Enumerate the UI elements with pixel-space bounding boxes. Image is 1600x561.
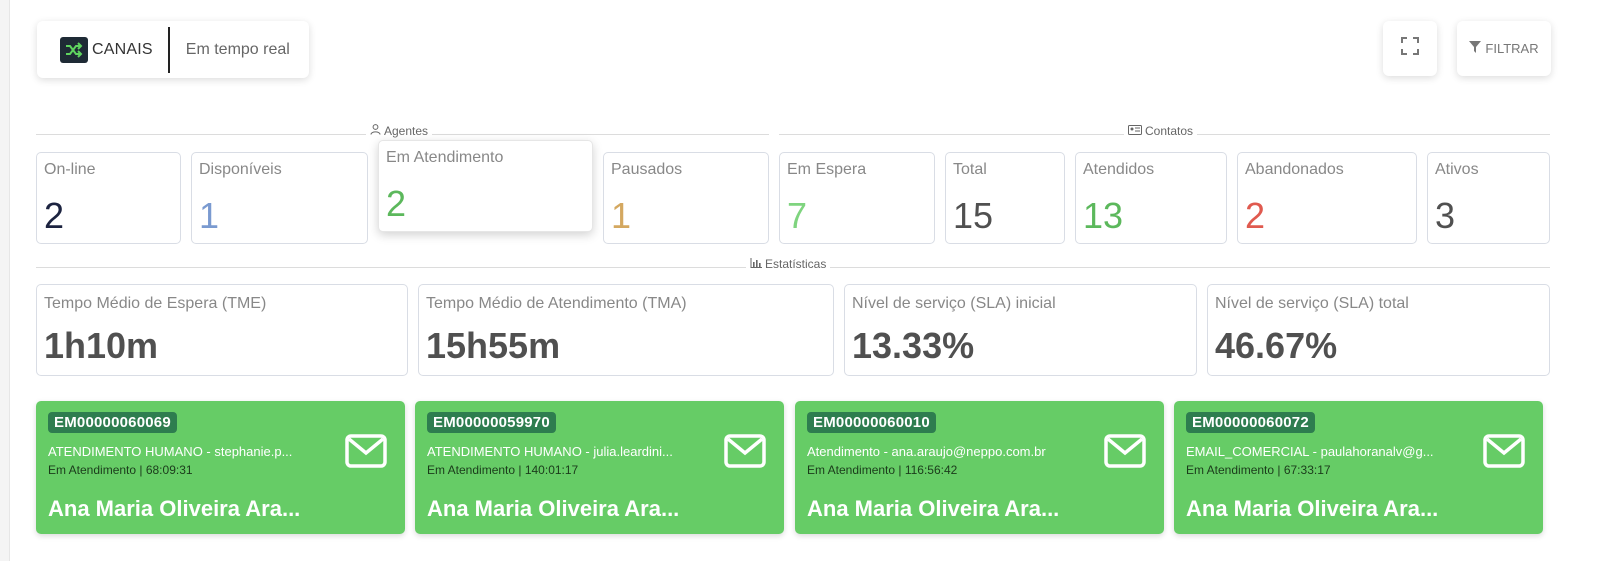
channel-label: CANAIS	[92, 40, 153, 58]
contacts-waiting-card: Em Espera 7	[779, 152, 935, 244]
card-value: 2	[44, 195, 65, 236]
stat-sla-initial-card: Nível de serviço (SLA) inicial 13.33%	[844, 284, 1197, 376]
ticket-id: EM00000060069	[48, 412, 177, 433]
card-label: Em Atendimento	[386, 149, 504, 166]
ticket-contact-name: Ana Maria Oliveira Ara...	[48, 496, 301, 521]
stat-tma-card: Tempo Médio de Atendimento (TMA) 15h55m	[418, 284, 834, 376]
card-label: Ativos	[1435, 161, 1479, 178]
agents-available-card: Disponíveis 1	[191, 152, 368, 244]
envelope-icon	[724, 434, 766, 473]
contacts-section-title: Contatos	[1124, 124, 1198, 138]
user-icon	[370, 124, 381, 138]
card-label: Total	[953, 161, 987, 178]
fullscreen-button[interactable]	[1383, 21, 1437, 76]
left-border	[0, 0, 10, 561]
ticket-card[interactable]: EM00000060010 Atendimento - ana.araujo@n…	[795, 401, 1164, 534]
filter-label: FILTRAR	[1485, 41, 1539, 56]
mode-label: Em tempo real	[185, 40, 290, 58]
ticket-info: ATENDIMENTO HUMANO - stephanie.p...	[48, 444, 293, 459]
contacts-active-card: Ativos 3	[1427, 152, 1550, 244]
ticket-info: EMAIL_COMERCIAL - paulahoranalv@g...	[1186, 444, 1434, 459]
card-label: Atendidos	[1083, 161, 1155, 178]
agents-paused-card: Pausados 1	[603, 152, 769, 244]
filter-icon	[1469, 41, 1482, 56]
ticket-status: Em Atendimento | 67:33:17	[1186, 463, 1331, 477]
ticket-info: Atendimento - ana.araujo@neppo.com.br	[807, 444, 1046, 459]
card-label: Pausados	[611, 161, 683, 178]
ticket-status: Em Atendimento | 68:09:31	[48, 463, 193, 477]
stat-value: 1h10m	[44, 325, 159, 366]
ticket-info: ATENDIMENTO HUMANO - julia.leardini...	[427, 444, 673, 459]
card-label: Disponíveis	[199, 161, 282, 178]
ticket-card[interactable]: EM00000059970 ATENDIMENTO HUMANO - julia…	[415, 401, 784, 534]
ticket-id: EM00000059970	[427, 412, 556, 433]
stat-label: Nível de serviço (SLA) inicial	[852, 295, 1056, 312]
stat-value: 13.33%	[852, 325, 975, 366]
card-value: 7	[787, 195, 808, 236]
ticket-id: EM00000060072	[1186, 412, 1315, 433]
contacts-total-card: Total 15	[945, 152, 1065, 244]
contacts-served-card: Atendidos 13	[1075, 152, 1227, 244]
card-value: 1	[611, 195, 632, 236]
ticket-contact-name: Ana Maria Oliveira Ara...	[427, 496, 680, 521]
fullscreen-icon	[1401, 37, 1419, 60]
chip-divider	[167, 26, 170, 73]
ticket-id: EM00000060010	[807, 412, 936, 433]
channel-selector[interactable]: CANAIS Em tempo real	[37, 21, 309, 78]
card-value: 3	[1435, 195, 1456, 236]
envelope-icon	[1483, 434, 1525, 473]
stat-tme-card: Tempo Médio de Espera (TME) 1h10m	[36, 284, 408, 376]
card-value: 1	[199, 195, 220, 236]
agents-online-card: On-line 2	[36, 152, 181, 244]
stat-label: Tempo Médio de Atendimento (TMA)	[426, 295, 687, 312]
card-value: 15	[953, 195, 994, 236]
stat-sla-total-card: Nível de serviço (SLA) total 46.67%	[1207, 284, 1550, 376]
card-value: 2	[1245, 195, 1266, 236]
card-label: Em Espera	[787, 161, 867, 178]
agents-in-service-card[interactable]: Em Atendimento 2	[378, 140, 593, 232]
card-label: Abandonados	[1245, 161, 1344, 178]
stat-label: Tempo Médio de Espera (TME)	[44, 295, 267, 312]
agents-section-title: Agentes	[366, 124, 433, 138]
statistics-section-title: Estatísticas	[746, 257, 831, 271]
contact-card-icon	[1128, 124, 1142, 138]
bar-chart-icon	[750, 257, 762, 271]
stat-label: Nível de serviço (SLA) total	[1215, 295, 1409, 312]
filter-button[interactable]: FILTRAR	[1457, 21, 1551, 76]
envelope-icon	[345, 434, 387, 473]
envelope-icon	[1104, 434, 1146, 473]
contacts-abandoned-card: Abandonados 2	[1237, 152, 1417, 244]
ticket-contact-name: Ana Maria Oliveira Ara...	[807, 496, 1060, 521]
stat-value: 15h55m	[426, 325, 561, 366]
ticket-status: Em Atendimento | 116:56:42	[807, 463, 958, 477]
shuffle-icon	[60, 36, 88, 63]
stat-value: 46.67%	[1215, 325, 1338, 366]
card-label: On-line	[44, 161, 96, 178]
card-value: 13	[1083, 195, 1124, 236]
ticket-card[interactable]: EM00000060069 ATENDIMENTO HUMANO - steph…	[36, 401, 405, 534]
ticket-contact-name: Ana Maria Oliveira Ara...	[1186, 496, 1439, 521]
ticket-card[interactable]: EM00000060072 EMAIL_COMERCIAL - paulahor…	[1174, 401, 1543, 534]
card-value: 2	[386, 183, 407, 224]
ticket-status: Em Atendimento | 140:01:17	[427, 463, 579, 477]
